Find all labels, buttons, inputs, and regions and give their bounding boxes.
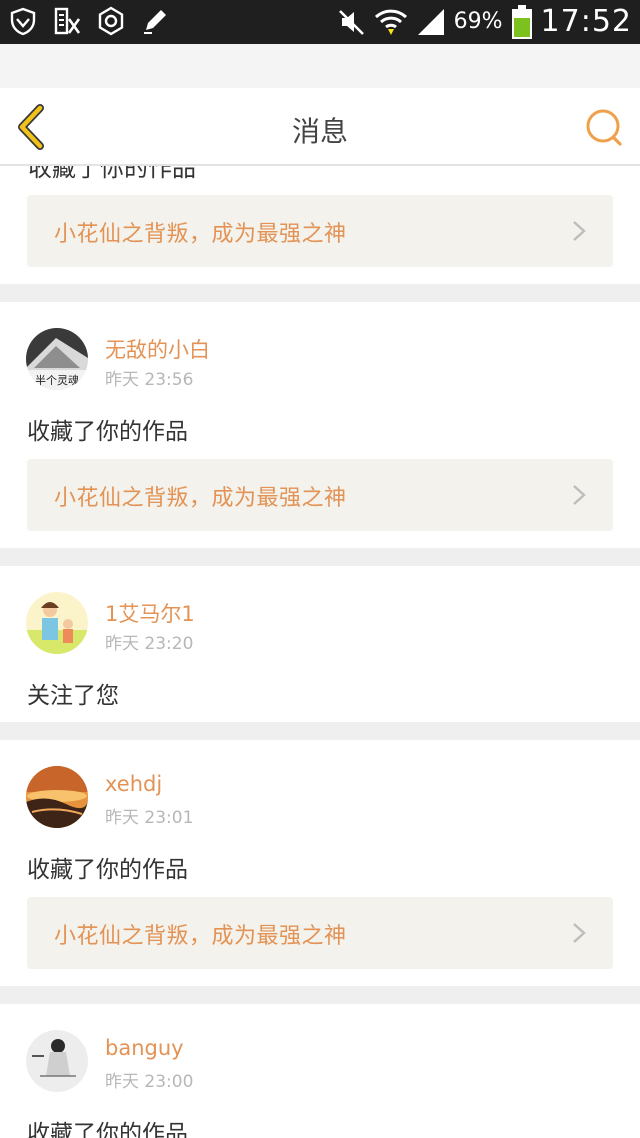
message-action-text: 关注了您 — [27, 683, 119, 709]
timestamp: 昨天 23:20 — [105, 634, 194, 654]
shield-icon — [10, 7, 36, 36]
pencil-icon — [144, 10, 166, 34]
clock: 17:52 — [540, 4, 632, 39]
work-title: 小花仙之背叛，成为最强之神 — [54, 486, 347, 511]
nav-header: 消息 — [0, 88, 640, 166]
message-card: 收藏了你的作品 小花仙之背叛，成为最强之神 — [0, 166, 640, 284]
message-feed: 收藏了你的作品 小花仙之背叛，成为最强之神 半个灵魂 无敌的小白 昨天 23:5… — [0, 166, 640, 1138]
status-bar: 69% 17:52 — [0, 0, 640, 44]
search-button[interactable] — [582, 106, 626, 150]
username[interactable]: xehdj — [105, 772, 162, 796]
battery-percent: 69% — [453, 9, 503, 34]
avatar[interactable] — [26, 766, 88, 828]
username[interactable]: banguy — [105, 1036, 184, 1060]
message-header: 半个灵魂 无敌的小白 昨天 23:56 — [26, 328, 614, 392]
timestamp: 昨天 23:01 — [105, 808, 194, 828]
message-card[interactable]: banguy 昨天 23:00 收藏了你的作品 — [0, 1004, 640, 1138]
top-spacer — [0, 44, 640, 88]
avatar[interactable] — [26, 592, 88, 654]
ime-keyboard-icon — [54, 7, 81, 35]
message-card[interactable]: 1艾马尔1 昨天 23:20 关注了您 — [0, 566, 640, 722]
message-action-text: 收藏了你的作品 — [27, 419, 188, 445]
avatar[interactable] — [26, 1030, 88, 1092]
wifi-icon — [374, 9, 407, 35]
message-header: xehdj 昨天 23:01 — [26, 766, 614, 830]
message-header: 1艾马尔1 昨天 23:20 — [26, 592, 614, 656]
work-link[interactable]: 小花仙之背叛，成为最强之神 — [27, 195, 613, 267]
username[interactable]: 无敌的小白 — [105, 334, 210, 364]
chevron-right-icon — [573, 485, 586, 505]
search-icon — [586, 109, 622, 146]
message-card[interactable]: xehdj 昨天 23:01 收藏了你的作品 小花仙之背叛，成为最强之神 — [0, 740, 640, 986]
message-card[interactable]: 半个灵魂 无敌的小白 昨天 23:56 收藏了你的作品 小花仙之背叛，成为最强之… — [0, 302, 640, 548]
mute-icon — [338, 9, 364, 35]
timestamp: 昨天 23:00 — [105, 1072, 194, 1092]
chevron-right-icon — [573, 923, 586, 943]
message-action-text: 收藏了你的作品 — [27, 857, 188, 883]
avatar-caption: 半个灵魂 — [35, 373, 79, 387]
work-title: 小花仙之背叛，成为最强之神 — [54, 222, 347, 247]
battery-icon — [511, 4, 532, 39]
message-action-text: 收藏了你的作品 — [28, 166, 196, 182]
page-title: 消息 — [291, 115, 348, 148]
hexagon-settings-icon — [98, 6, 124, 36]
work-title: 小花仙之背叛，成为最强之神 — [54, 924, 347, 949]
signal-icon — [417, 8, 444, 35]
message-header: banguy 昨天 23:00 — [26, 1030, 614, 1094]
message-action-text: 收藏了你的作品 — [27, 1121, 188, 1138]
avatar[interactable]: 半个灵魂 — [26, 328, 88, 390]
timestamp: 昨天 23:56 — [105, 370, 194, 390]
work-link[interactable]: 小花仙之背叛，成为最强之神 — [27, 459, 613, 531]
work-link[interactable]: 小花仙之背叛，成为最强之神 — [27, 897, 613, 969]
username[interactable]: 1艾马尔1 — [105, 598, 195, 628]
chevron-right-icon — [573, 221, 586, 241]
